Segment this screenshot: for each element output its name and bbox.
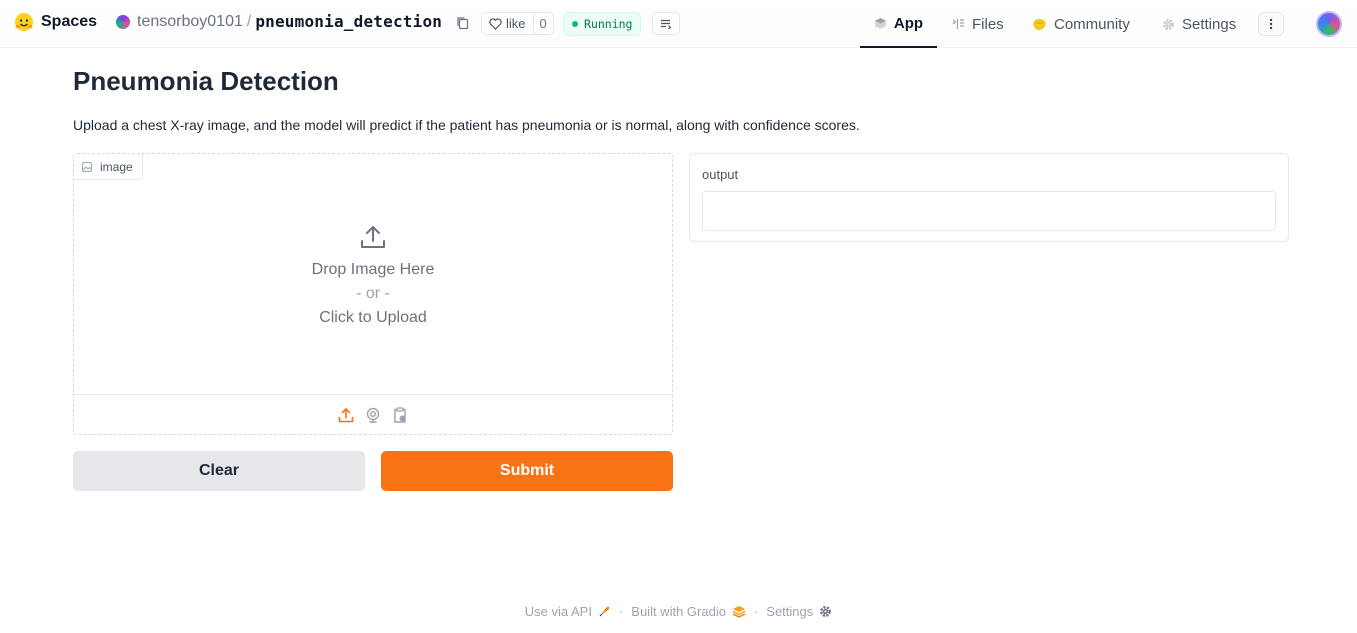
files-icon xyxy=(952,19,964,29)
gear-icon xyxy=(820,606,832,617)
tab-files-label: Files xyxy=(972,15,1004,33)
use-via-api-link[interactable]: Use via API xyxy=(525,604,611,619)
image-upload-dropzone[interactable]: image Drop Image Here - or - Click to Up… xyxy=(73,153,673,435)
tab-settings[interactable]: Settings xyxy=(1162,0,1236,48)
tab-app-label: App xyxy=(893,14,924,32)
user-avatar[interactable] xyxy=(1316,11,1342,37)
output-label: output xyxy=(702,167,739,182)
breadcrumb-separator: / xyxy=(246,12,252,30)
like-count[interactable]: 0 xyxy=(532,13,553,34)
image-input-label: image xyxy=(74,154,143,180)
image-label-text: image xyxy=(100,159,133,174)
webcam-icon[interactable] xyxy=(365,407,381,423)
cube-icon xyxy=(874,17,886,29)
use-via-api-text: Use via API xyxy=(524,604,592,619)
image-icon xyxy=(82,161,92,172)
footer-separator: · xyxy=(753,604,759,619)
page-description: Upload a chest X-ray image, and the mode… xyxy=(73,117,860,133)
repo-name-link[interactable]: pneumonia_detection xyxy=(255,12,442,31)
footer-settings-link[interactable]: Settings xyxy=(766,604,832,619)
gradio-logo-icon xyxy=(732,606,746,618)
gear-icon xyxy=(1163,18,1174,30)
upload-source-icon[interactable] xyxy=(338,407,354,423)
click-to-upload-text: Click to Upload xyxy=(319,309,427,326)
spaces-brand-link[interactable]: Spaces xyxy=(14,12,97,32)
tab-files[interactable]: Files xyxy=(952,0,1004,48)
clear-button[interactable]: Clear xyxy=(73,451,365,491)
more-vertical-icon xyxy=(1269,18,1273,30)
or-separator-text: - or - xyxy=(356,285,390,302)
list-icon xyxy=(661,19,672,29)
image-source-selector xyxy=(74,394,672,434)
copy-icon[interactable] xyxy=(456,16,469,30)
owner-link[interactable]: tensorboy0101 xyxy=(137,13,243,31)
status-text: Running xyxy=(584,17,633,31)
community-icon xyxy=(1033,18,1046,30)
submit-button[interactable]: Submit xyxy=(381,451,673,491)
like-button[interactable]: like xyxy=(482,13,533,34)
upload-icon xyxy=(361,226,385,248)
footer-settings-text: Settings xyxy=(766,604,814,619)
output-textbox[interactable] xyxy=(702,191,1276,231)
drop-image-text: Drop Image Here xyxy=(311,261,435,278)
built-with-gradio-text: Built with Gradio xyxy=(631,604,726,619)
tab-settings-label: Settings xyxy=(1182,15,1237,33)
status-badge[interactable]: Running xyxy=(563,12,642,36)
footer: Use via API · Built with Gradio · Settin… xyxy=(0,604,1357,619)
footer-separator: · xyxy=(618,604,624,619)
tab-app[interactable]: App xyxy=(860,0,937,48)
top-navigation-bar: Spaces tensorboy0101 / pneumonia_detecti… xyxy=(0,0,1357,48)
tab-community-label: Community xyxy=(1054,15,1130,33)
page-title: Pneumonia Detection xyxy=(73,66,339,96)
clipboard-icon[interactable] xyxy=(392,406,408,423)
status-dot-icon xyxy=(572,21,578,27)
like-label: like xyxy=(506,16,526,31)
owner-avatar xyxy=(116,14,130,29)
like-button-group: like 0 xyxy=(481,12,554,35)
more-options-button[interactable] xyxy=(1258,12,1284,36)
logs-button[interactable] xyxy=(652,12,680,35)
built-with-gradio-link[interactable]: Built with Gradio xyxy=(631,604,746,619)
heart-icon xyxy=(489,17,502,30)
tab-community[interactable]: Community xyxy=(1032,0,1130,48)
drop-area[interactable]: Drop Image Here - or - Click to Upload xyxy=(74,224,672,330)
rocket-icon xyxy=(599,607,609,617)
output-panel: output xyxy=(689,153,1289,242)
brand-title: Spaces xyxy=(41,13,98,30)
hugging-face-logo-icon xyxy=(15,13,33,31)
repo-breadcrumb: tensorboy0101 / pneumonia_detection xyxy=(116,12,442,31)
